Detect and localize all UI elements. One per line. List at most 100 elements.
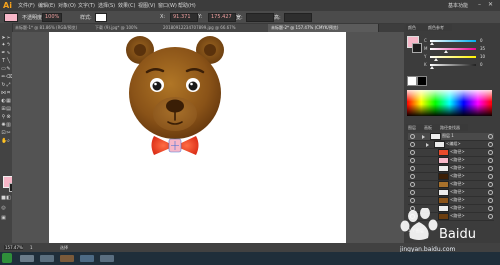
- lasso-tool-icon[interactable]: ϟ: [6, 43, 11, 48]
- workspace-switcher[interactable]: 基本功能: [448, 2, 468, 9]
- visibility-eye-icon[interactable]: [410, 182, 415, 187]
- target-circle-icon[interactable]: [488, 174, 493, 179]
- width-field[interactable]: [246, 13, 274, 22]
- illustrator-taskbar-icon[interactable]: [60, 255, 74, 262]
- color-spectrum-bar[interactable]: [407, 90, 492, 116]
- color-panel-stroke[interactable]: [412, 43, 422, 53]
- visibility-eye-icon[interactable]: [410, 142, 415, 147]
- layer-name[interactable]: <编组>: [446, 141, 461, 147]
- zoom-tool-icon[interactable]: ⌕: [6, 139, 11, 144]
- target-circle-icon[interactable]: [488, 206, 493, 211]
- zoom-field[interactable]: 157.47%: [4, 245, 23, 250]
- perspective-grid-tool-icon[interactable]: ▦: [6, 99, 11, 104]
- visibility-eye-icon[interactable]: [410, 150, 415, 155]
- screen-mode-icon[interactable]: ▣: [1, 216, 6, 221]
- menu-effect[interactable]: 效果(C): [118, 2, 135, 9]
- draw-mode-icon[interactable]: ◎: [1, 206, 6, 211]
- opacity-field[interactable]: 100%: [42, 13, 62, 22]
- white-swatch[interactable]: [407, 76, 417, 86]
- target-circle-icon[interactable]: [488, 158, 493, 163]
- menu-object[interactable]: 对象(O): [58, 2, 76, 9]
- visibility-eye-icon[interactable]: [410, 174, 415, 179]
- eraser-tool-icon[interactable]: ⌫: [6, 75, 13, 80]
- visibility-eye-icon[interactable]: [410, 166, 415, 171]
- slider-k-track[interactable]: [430, 64, 476, 66]
- visibility-eye-icon[interactable]: [410, 134, 415, 139]
- target-circle-icon[interactable]: [488, 142, 493, 147]
- style-preview[interactable]: [95, 13, 107, 22]
- tab-download-jpg[interactable]: 下载 (9).jpg* @ 100%: [92, 24, 161, 32]
- windows-start-icon[interactable]: [2, 253, 12, 263]
- menu-window[interactable]: 窗口(W): [158, 2, 177, 9]
- layer-row[interactable]: <路径>: [408, 181, 494, 189]
- layer-name[interactable]: <路径>: [450, 197, 465, 203]
- black-swatch[interactable]: [417, 76, 427, 86]
- slider-m-handle[interactable]: [444, 50, 448, 53]
- slider-c-handle[interactable]: [430, 42, 434, 45]
- slider-m-value[interactable]: 35: [480, 46, 485, 51]
- minimize-icon[interactable]: –: [478, 1, 481, 8]
- taskbar-app-icon[interactable]: [100, 255, 114, 262]
- graph-tool-icon[interactable]: ▥: [6, 123, 11, 128]
- bear-illustration[interactable]: [120, 34, 230, 158]
- menu-view[interactable]: 视图(V): [138, 2, 155, 9]
- paintbrush-tool-icon[interactable]: ✎: [6, 67, 11, 72]
- tab-untitled-1[interactable]: 未标题-1* @ 81.86% (RGB/预览): [12, 24, 93, 32]
- blend-tool-icon[interactable]: ⊗: [6, 115, 11, 120]
- height-field[interactable]: [284, 13, 312, 22]
- gradient-mode-icon[interactable]: ◧: [6, 196, 11, 201]
- tab-untitled-2[interactable]: 未标题-2* @ 157.47% (CMYK/预览): [268, 24, 379, 32]
- tab-color[interactable]: 颜色: [406, 24, 428, 31]
- tab-color-guide[interactable]: 颜色参考: [426, 24, 452, 31]
- layer-row[interactable]: <路径>: [408, 149, 494, 157]
- layer-row[interactable]: <路径>: [408, 197, 494, 205]
- visibility-eye-icon[interactable]: [410, 190, 415, 195]
- x-field[interactable]: 91.371: [170, 13, 198, 22]
- layer-name[interactable]: <路径>: [450, 165, 465, 171]
- line-tool-icon[interactable]: ╲: [6, 59, 11, 64]
- free-transform-tool-icon[interactable]: ⌗: [6, 91, 11, 96]
- curvature-tool-icon[interactable]: ∿: [6, 51, 11, 56]
- direct-selection-tool-icon[interactable]: ➢: [6, 36, 11, 41]
- slider-y-value[interactable]: 10: [480, 54, 485, 59]
- target-circle-icon[interactable]: [488, 190, 493, 195]
- tab-pathfinder[interactable]: 路径查找器: [438, 124, 468, 131]
- target-circle-icon[interactable]: [488, 198, 493, 203]
- menu-type[interactable]: 文字(T): [78, 2, 95, 9]
- slider-c-track[interactable]: [430, 40, 476, 42]
- layer-row[interactable]: <路径>: [408, 165, 494, 173]
- y-field[interactable]: 175.427: [208, 13, 236, 22]
- target-circle-icon[interactable]: [488, 134, 493, 139]
- menu-select[interactable]: 选择(S): [98, 2, 115, 9]
- slider-k-value[interactable]: 0: [480, 62, 483, 67]
- slider-c-value[interactable]: 0: [480, 38, 483, 43]
- target-circle-icon[interactable]: [488, 166, 493, 171]
- slider-k-handle[interactable]: [430, 66, 434, 69]
- scale-tool-icon[interactable]: ⤢: [6, 83, 11, 88]
- layer-row[interactable]: <编组>: [408, 141, 494, 149]
- expand-triangle-icon[interactable]: [426, 143, 429, 147]
- taskbar-app-icon[interactable]: [40, 255, 54, 262]
- expand-triangle-icon[interactable]: [422, 135, 425, 139]
- menu-file[interactable]: 文件(F): [18, 2, 35, 9]
- layer-row[interactable]: <路径>: [408, 173, 494, 181]
- layer-name[interactable]: <路径>: [450, 157, 465, 163]
- slider-m-track[interactable]: [430, 48, 476, 50]
- page-number[interactable]: 1: [30, 245, 33, 250]
- layer-row[interactable]: 图层 1: [408, 133, 494, 141]
- taskbar-app-icon[interactable]: [20, 255, 34, 262]
- layer-name[interactable]: 图层 1: [442, 133, 454, 139]
- fill-color-swatch[interactable]: [4, 13, 18, 22]
- tab-jpg-image[interactable]: 20180912234707899.jpg @ 66.67%: [160, 24, 269, 32]
- visibility-eye-icon[interactable]: [410, 158, 415, 163]
- layer-name[interactable]: <路径>: [450, 181, 465, 187]
- menu-edit[interactable]: 编辑(E): [38, 2, 55, 9]
- taskbar-app-icon[interactable]: [80, 255, 94, 262]
- target-circle-icon[interactable]: [488, 150, 493, 155]
- menu-help[interactable]: 帮助(H): [178, 2, 196, 9]
- layer-row[interactable]: <路径>: [408, 157, 494, 165]
- layer-row[interactable]: <路径>: [408, 189, 494, 197]
- gradient-tool-icon[interactable]: ▤: [6, 107, 11, 112]
- target-circle-icon[interactable]: [488, 182, 493, 187]
- visibility-eye-icon[interactable]: [410, 198, 415, 203]
